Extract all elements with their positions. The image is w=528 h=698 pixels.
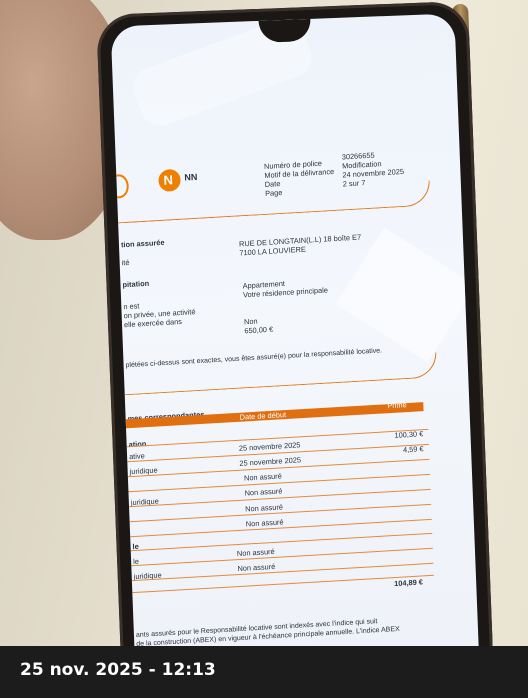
table-row-divider [131, 547, 433, 567]
table-row-prime: 4,59 € [402, 444, 424, 455]
habitation-title: pitation [122, 278, 150, 290]
photo-caption-bar: 25 nov. 2025 - 12:13 [0, 646, 528, 698]
photo-timestamp: 25 nov. 2025 - 12:13 [20, 660, 216, 680]
table-row-date: Non assuré [244, 486, 283, 498]
screen-glare [335, 227, 477, 363]
table-row-divider [130, 532, 433, 552]
situation-label: ité [121, 257, 130, 268]
column-start-date: Date de début [239, 410, 287, 422]
table-group-1: ation [128, 439, 147, 450]
habitation-answer-2: 650,00 € [244, 324, 274, 336]
table-row-prime: 100,30 € [394, 429, 424, 440]
phone: NN Numéro de police Motif de la délivran… [96, 0, 494, 646]
partner-logo [110, 173, 130, 199]
nn-logo-icon [158, 168, 181, 193]
situation-title: tion assurée [120, 237, 165, 250]
phone-screen: NN Numéro de police Motif de la délivran… [110, 13, 480, 646]
table-total: 104,89 € [394, 577, 424, 589]
habitation-question-3: elle exercée dans [123, 316, 183, 330]
column-prime: Prime [387, 400, 407, 411]
photo-scene: NN Numéro de police Motif de la délivran… [0, 0, 528, 646]
brand-name: NN [184, 171, 198, 183]
table-row-date: Non assuré [243, 471, 282, 483]
